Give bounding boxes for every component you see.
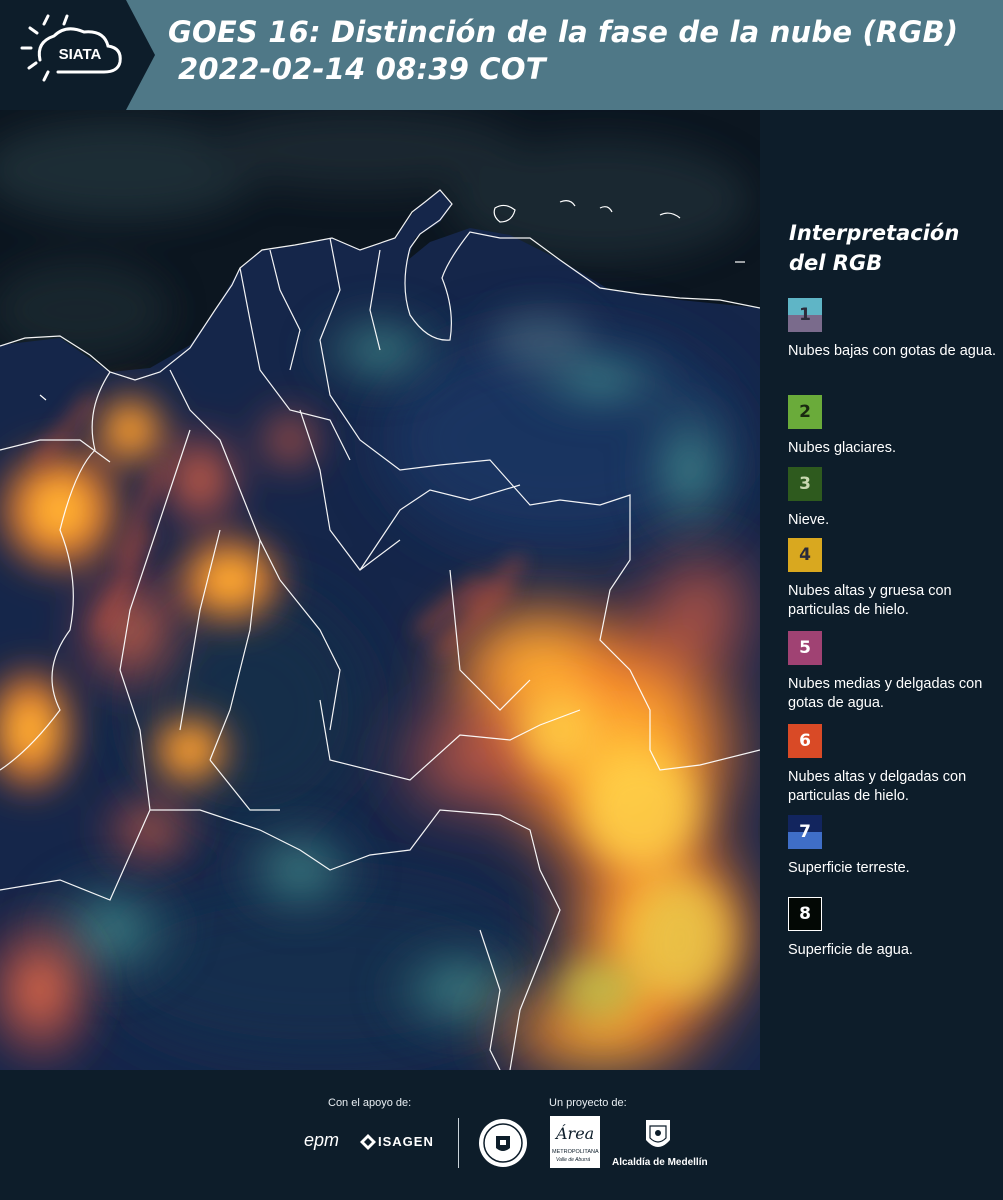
legend-label-6: Nubes altas y delgadas con particulas de… (788, 769, 967, 804)
alcaldia-logo: Alcaldía de Medellín (612, 1116, 708, 1172)
isagen-label: ISAGEN (378, 1134, 434, 1149)
legend-label-1: Nubes bajas con gotas de agua. (788, 343, 996, 359)
title-line1: GOES 16: Distinción de la fase de la nub… (168, 15, 959, 49)
area-label: Área (556, 1124, 595, 1143)
legend-label-2: Nubes glaciares. (788, 440, 896, 456)
legend-number-2: 2 (799, 402, 811, 422)
isagen-icon (360, 1134, 376, 1150)
map-canvas (0, 110, 760, 1070)
legend-swatch-7: 7 (788, 815, 822, 849)
epm-logo: epm (304, 1130, 354, 1154)
legend-swatch-3: 3 (788, 467, 822, 501)
legend-item-5: 5 Nubes medias y delgadas con gotas de ag… (788, 631, 1000, 713)
area-metropolitana-logo: Área METROPOLITANA Valle de Aburrá (550, 1116, 600, 1168)
legend-item-7: 7 Superficie terreste. (788, 815, 1000, 878)
project-caption: Un proyecto de: (549, 1097, 627, 1109)
alcaldia-shield-icon (646, 1120, 670, 1147)
legend-number-3: 3 (799, 474, 811, 494)
legend-panel: Interpretación del RGB 1 Nubes bajas con … (760, 110, 1003, 1070)
legend-swatch-5: 5 (788, 631, 822, 665)
legend-swatch-4: 4 (788, 538, 822, 572)
isagen-logo: ISAGEN (360, 1132, 450, 1154)
epm-label: epm (304, 1130, 340, 1150)
legend-number-4: 4 (799, 545, 811, 565)
logo-text: SIATA (59, 46, 102, 63)
legend-number-8: 8 (799, 904, 811, 924)
legend-swatch-6: 6 (788, 724, 822, 758)
footer: Con el apoyo de: Un proyecto de: epm ISA… (0, 1070, 1003, 1200)
header-bar: SIATA GOES 16: Distinción de la fase de … (0, 0, 1003, 110)
legend-label-8: Superficie de agua. (788, 942, 913, 958)
siata-logo: SIATA (0, 0, 155, 110)
legend-swatch-8: 8 (788, 897, 822, 931)
page-title: GOES 16: Distinción de la fase de la nub… (168, 14, 958, 88)
legend-item-8: 8 Superficie de agua. (788, 897, 1000, 960)
legend-title: Interpretación del RGB (789, 221, 960, 275)
support-caption: Con el apoyo de: (328, 1097, 412, 1109)
area-sub1: METROPOLITANA (552, 1149, 599, 1155)
legend-item-2: 2 Nubes glaciares. (788, 395, 1000, 458)
title-line2: 2022-02-14 08:39 COT (178, 52, 546, 86)
legend-label-3: Nieve. (788, 512, 830, 528)
alcaldia-label: Alcaldía de Medellín (612, 1157, 708, 1168)
legend-number-5: 5 (799, 638, 811, 658)
legend-label-4: Nubes altas y gruesa con particulas de h… (788, 583, 952, 618)
legend-item-6: 6 Nubes altas y delgadas con particulas d… (788, 724, 1000, 806)
legend-swatch-1: 1 (788, 298, 822, 332)
footer-divider (458, 1118, 459, 1168)
legend-swatch-2: 2 (788, 395, 822, 429)
legend-number-1: 1 (799, 305, 811, 325)
area-sub2: Valle de Aburrá (556, 1157, 591, 1163)
university-seal (478, 1118, 528, 1168)
legend-label-7: Superficie terreste. (788, 860, 910, 876)
legend-label-5: Nubes medias y delgadas con gotas de agu… (788, 676, 983, 711)
legend-item-3: 3 Nieve. (788, 467, 1000, 530)
satellite-map[interactable] (0, 110, 760, 1070)
legend-number-6: 6 (799, 731, 811, 751)
legend-item-1: 1 Nubes bajas con gotas de agua. (788, 298, 1000, 361)
legend-number-7: 7 (799, 822, 811, 842)
legend-item-4: 4 Nubes altas y gruesa con particulas de … (788, 538, 1000, 620)
